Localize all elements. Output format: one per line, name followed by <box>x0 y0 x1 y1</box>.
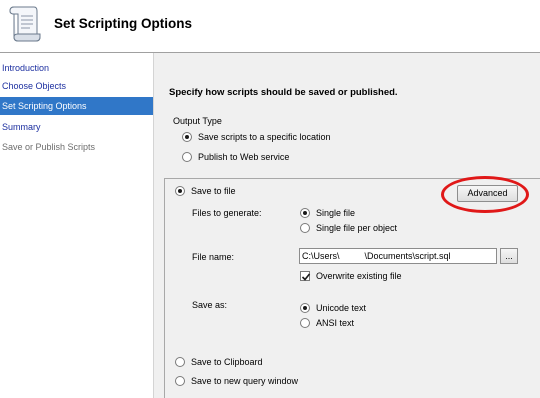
sidebar-item-introduction[interactable]: Introduction <box>0 59 153 77</box>
unicode-text-radio[interactable] <box>300 303 310 313</box>
wizard-sidebar: Introduction Choose Objects Set Scriptin… <box>0 53 153 398</box>
save-to-clipboard-label[interactable]: Save to Clipboard <box>191 357 263 367</box>
advanced-button[interactable]: Advanced <box>457 185 518 202</box>
save-to-file-label[interactable]: Save to file <box>191 186 236 196</box>
overwrite-label[interactable]: Overwrite existing file <box>316 271 402 281</box>
sidebar-item-summary[interactable]: Summary <box>0 118 153 136</box>
save-to-query-window-radio[interactable] <box>175 376 185 386</box>
sidebar-item-set-scripting-options[interactable]: Set Scripting Options <box>0 97 153 115</box>
publish-web-service-label[interactable]: Publish to Web service <box>198 152 289 162</box>
unicode-text-label[interactable]: Unicode text <box>316 303 366 313</box>
save-to-clipboard-radio[interactable] <box>175 357 185 367</box>
save-to-query-window-label[interactable]: Save to new query window <box>191 376 298 386</box>
sidebar-item-save-or-publish: Save or Publish Scripts <box>2 142 96 152</box>
page-title: Set Scripting Options <box>54 16 193 31</box>
instruction-heading: Specify how scripts should be saved or p… <box>169 87 398 98</box>
file-name-label: File name: <box>192 252 235 262</box>
ansi-text-radio[interactable] <box>300 318 310 328</box>
browse-button[interactable]: ... <box>500 248 518 264</box>
save-to-location-radio[interactable] <box>182 132 192 142</box>
files-to-generate-label: Files to generate: <box>192 208 262 218</box>
ansi-text-label[interactable]: ANSI text <box>316 318 354 328</box>
save-to-location-label[interactable]: Save scripts to a specific location <box>198 132 331 142</box>
single-file-label[interactable]: Single file <box>316 208 355 218</box>
main-panel: Specify how scripts should be saved or p… <box>154 53 540 398</box>
sidebar-item-choose-objects[interactable]: Choose Objects <box>0 77 153 95</box>
save-as-label: Save as: <box>192 300 228 310</box>
save-to-file-radio[interactable] <box>175 186 185 196</box>
scroll-icon <box>4 3 44 45</box>
output-type-label: Output Type <box>173 116 222 126</box>
single-file-radio[interactable] <box>300 208 310 218</box>
file-name-input[interactable] <box>299 248 497 264</box>
wizard-header: Set Scripting Options <box>0 0 540 52</box>
overwrite-checkbox[interactable] <box>300 271 311 281</box>
publish-web-service-radio[interactable] <box>182 152 192 162</box>
single-file-per-object-radio[interactable] <box>300 223 310 233</box>
single-file-per-object-label[interactable]: Single file per object <box>316 223 397 233</box>
